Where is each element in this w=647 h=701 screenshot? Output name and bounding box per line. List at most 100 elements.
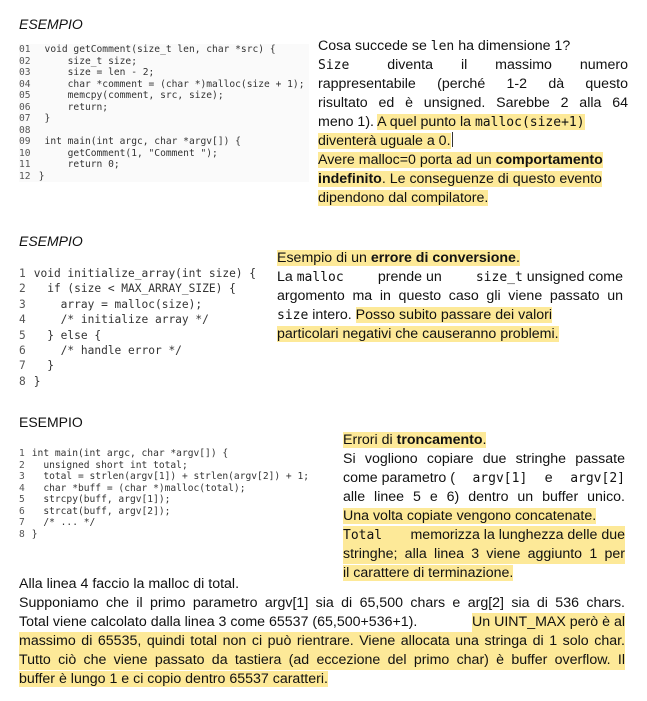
section2-note: Esempio di un errore di conversione. La …	[277, 249, 623, 344]
code-line: 4 char *buff = (char *)malloc(total);	[19, 483, 339, 495]
code-text: }	[33, 170, 45, 182]
code-line: 02 size_t size;	[19, 56, 309, 68]
code-line: 05 memcpy(comment, src, size);	[19, 90, 309, 102]
code-line: 5 strcpy(buff, argv[1]);	[19, 494, 339, 506]
line-number: 11	[19, 159, 31, 170]
line-number: 8	[19, 528, 25, 540]
highlighted-bold-text: comportamento	[495, 152, 603, 168]
highlighted-text: Tutto ciò che viene passato da tastiera …	[19, 652, 625, 668]
note-text: La	[277, 269, 297, 285]
note-text: risultato ed è unsigned. Sarebbe 2 alla …	[318, 95, 628, 111]
line-number: 06	[19, 101, 31, 113]
code-line: 7 }	[19, 358, 274, 373]
section3-code-block: 1 int main(int argc, char *argv[]) {2 un…	[19, 448, 339, 540]
code-text: /* initialize array */	[27, 313, 209, 327]
code-text: /* handle error */	[27, 344, 182, 358]
code-line: 8 }	[19, 529, 339, 541]
code-text: int main(int argc, char *argv[]) {	[26, 448, 229, 459]
code-line: 4 /* initialize array */	[19, 312, 274, 327]
code-text: unsigned short int total;	[26, 459, 188, 471]
line-number: 3	[19, 471, 25, 482]
code-line: 09 int main(int argc, char *argv[]) {	[19, 136, 309, 148]
paragraph-text: Alla linea 4 faccio la malloc di total.	[19, 576, 240, 592]
code-text: int main(int argc, char *argv[]) {	[33, 136, 241, 147]
line-number: 5	[19, 494, 25, 505]
code-line: 6 strcat(buff, argv[2]);	[19, 506, 339, 518]
highlighted-bold-text: troncamento	[396, 432, 483, 448]
inline-code: Size	[318, 58, 350, 73]
code-line: 11 return 0;	[19, 159, 309, 171]
inline-code: malloc(size+1)	[474, 115, 585, 130]
code-text: void getComment(size_t len, char *src) {	[33, 44, 276, 55]
code-text: char *comment = (char *)malloc(size + 1)…	[33, 78, 305, 90]
code-line: 1 void initialize_array(int size) {	[19, 266, 274, 281]
line-number: 04	[19, 78, 31, 90]
note-text: prende un	[377, 269, 442, 285]
note-text: come parametro (	[343, 470, 455, 486]
code-text: char *buff = (char *)malloc(total);	[26, 482, 246, 494]
bottom-paragraph: Alla linea 4 faccio la malloc di total. …	[19, 575, 625, 689]
highlighted-text: A quel punto la	[377, 114, 475, 130]
line-number: 6	[19, 344, 26, 358]
line-number: 02	[19, 55, 31, 67]
highlighted-text: memorizza la lunghezza delle due	[410, 527, 625, 543]
code-line: 5 } else {	[19, 328, 274, 343]
line-number: 08	[19, 124, 31, 136]
note-text: meno 1).	[318, 114, 378, 130]
inline-code: malloc	[296, 270, 344, 285]
section1-code-block: 01 void getComment(size_t len, char *src…	[19, 44, 309, 182]
code-line: 12 }	[19, 171, 309, 183]
line-number: 09	[19, 136, 31, 147]
note-text: alle linee 5 e 6) dentro un buffer unico…	[343, 489, 625, 505]
highlighted-text: . Le conseguenze di questo evento	[381, 171, 602, 187]
line-number: 1	[19, 267, 26, 280]
line-number: 10	[19, 147, 31, 159]
code-line: 08	[19, 125, 309, 137]
highlighted-text: Avere malloc=0 porta ad un	[318, 152, 496, 168]
code-text: getComment(1, "Comment ");	[33, 147, 218, 159]
highlighted-bold-text: errore di conversione	[370, 250, 516, 266]
note-text: argomento ma in questo caso gli viene pa…	[277, 288, 623, 304]
highlighted-bold-text: indefinito	[318, 171, 382, 187]
note-text: Cosa succede se	[318, 38, 431, 54]
line-number: 6	[19, 505, 25, 517]
code-line: 10 getComment(1, "Comment ");	[19, 148, 309, 160]
code-text: total = strlen(argv[1]) + strlen(argv[2]…	[26, 471, 310, 482]
code-line: 7 /* ... */	[19, 517, 339, 529]
inline-code: argv[1]	[472, 471, 528, 486]
section3-title: ESEMPIO	[19, 414, 83, 430]
highlighted-text: Errori di	[343, 432, 397, 448]
code-text: return 0;	[33, 159, 120, 170]
line-number: 2	[19, 282, 26, 296]
code-text: size = len - 2;	[33, 67, 155, 78]
code-line: 3 total = strlen(argv[1]) + strlen(argv[…	[19, 471, 339, 483]
highlighted-text: .	[515, 250, 520, 266]
line-number: 05	[19, 90, 31, 101]
line-number: 03	[19, 67, 31, 78]
line-number: 7	[19, 517, 25, 528]
inline-code: size	[277, 308, 309, 323]
note-text: ha dimensione 1?	[454, 38, 571, 54]
code-text: strcpy(buff, argv[1]);	[26, 494, 171, 505]
highlighted-text: Un UINT_MAX però è al	[472, 613, 625, 632]
note-text: intero.	[308, 307, 356, 323]
code-line: 06 return;	[19, 102, 309, 114]
highlighted-text: .	[482, 432, 487, 448]
code-text: }	[33, 113, 51, 124]
note-text: unsigned come	[522, 269, 623, 285]
highlighted-text: stringhe; alla linea 3 viene aggiunto 1 …	[343, 546, 625, 562]
code-text: }	[27, 359, 54, 373]
line-number: 07	[19, 113, 31, 124]
line-number: 8	[19, 374, 26, 388]
section2-code-block: 1 void initialize_array(int size) {2 if …	[19, 266, 274, 389]
section1-title: ESEMPIO	[19, 16, 83, 32]
code-line: 2 unsigned short int total;	[19, 460, 339, 472]
highlighted-text: Esempio di un	[277, 250, 371, 266]
code-text: strcat(buff, argv[2]);	[26, 505, 171, 517]
code-line: 01 void getComment(size_t len, char *src…	[19, 44, 309, 56]
code-line: 6 /* handle error */	[19, 343, 274, 358]
code-text: }	[27, 374, 41, 388]
highlighted-text: Una volta copiate vengono concatenate.	[343, 508, 597, 524]
text-cursor-icon	[451, 132, 453, 147]
line-number: 7	[19, 359, 26, 373]
